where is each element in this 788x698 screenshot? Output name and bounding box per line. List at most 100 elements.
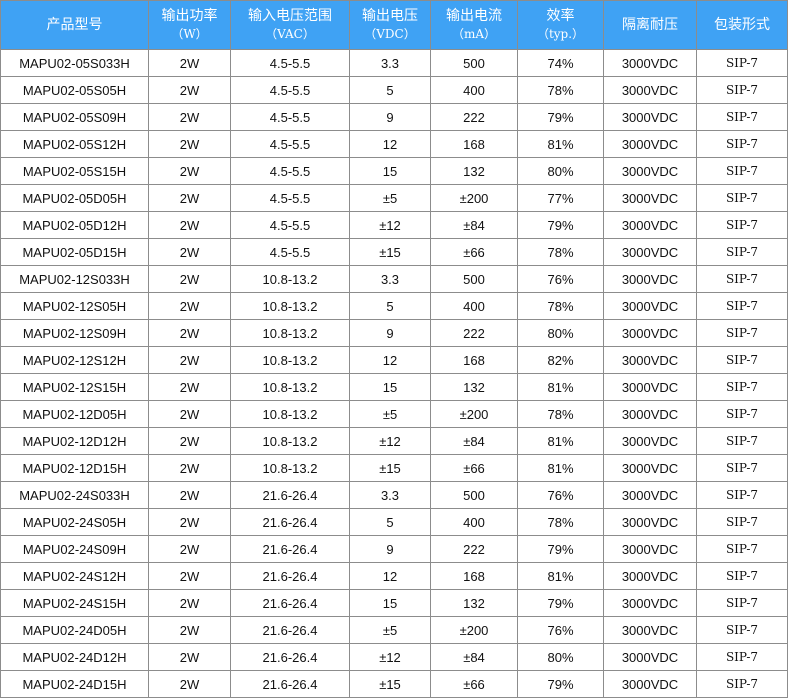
cell-isolation: 3000VDC: [603, 319, 697, 347]
cell-input-voltage: 4.5-5.5: [230, 211, 350, 239]
cell-model: MAPU02-12D15H: [0, 454, 149, 482]
cell-isolation: 3000VDC: [603, 157, 697, 185]
cell-output-voltage: 15: [349, 157, 431, 185]
header-label: 隔离耐压: [622, 17, 678, 33]
header-label: 输出功率: [161, 8, 218, 24]
cell-input-voltage: 21.6-26.4: [230, 643, 350, 671]
cell-model: MAPU02-12S15H: [0, 373, 149, 401]
cell-power: 2W: [148, 373, 231, 401]
header-label: 包装形式: [714, 17, 770, 33]
cell-input-voltage: 4.5-5.5: [230, 157, 350, 185]
cell-output-voltage: ±12: [349, 643, 431, 671]
table-row: MAPU02-24S15H 2W 21.6-26.4 15 132 79% 3000VDC S…: [0, 589, 788, 617]
cell-power: 2W: [148, 130, 231, 158]
cell-output-current: 168: [430, 130, 518, 158]
cell-model: MAPU02-24D15H: [0, 670, 149, 698]
cell-efficiency: 81%: [517, 373, 604, 401]
cell-efficiency: 74%: [517, 49, 604, 77]
cell-model: MAPU02-05S05H: [0, 76, 149, 104]
cell-output-current: ±66: [430, 454, 518, 482]
cell-package: SIP-7: [696, 211, 788, 239]
table-row: MAPU02-12D12H 2W 10.8-13.2 ±12 ±84 81% 3000VDC…: [0, 427, 788, 455]
cell-input-voltage: 10.8-13.2: [230, 427, 350, 455]
cell-output-current: ±200: [430, 400, 518, 428]
cell-efficiency: 76%: [517, 265, 604, 293]
cell-output-current: 168: [430, 562, 518, 590]
cell-power: 2W: [148, 535, 231, 563]
cell-output-current: 500: [430, 49, 518, 77]
cell-output-voltage: 5: [349, 76, 431, 104]
cell-package: SIP-7: [696, 616, 788, 644]
cell-isolation: 3000VDC: [603, 184, 697, 212]
cell-input-voltage: 4.5-5.5: [230, 49, 350, 77]
cell-power: 2W: [148, 616, 231, 644]
cell-efficiency: 78%: [517, 238, 604, 266]
cell-package: SIP-7: [696, 535, 788, 563]
cell-isolation: 3000VDC: [603, 49, 697, 77]
cell-power: 2W: [148, 76, 231, 104]
cell-isolation: 3000VDC: [603, 346, 697, 374]
cell-output-voltage: 15: [349, 589, 431, 617]
cell-isolation: 3000VDC: [603, 292, 697, 320]
cell-efficiency: 79%: [517, 535, 604, 563]
cell-efficiency: 78%: [517, 400, 604, 428]
cell-power: 2W: [148, 238, 231, 266]
cell-package: SIP-7: [696, 292, 788, 320]
table-row: MAPU02-05D12H 2W 4.5-5.5 ±12 ±84 79% 3000VDC SI…: [0, 211, 788, 239]
header-label: 输出电流: [446, 8, 502, 24]
table-row: MAPU02-24S033H 2W 21.6-26.4 3.3 500 76% 3000VD…: [0, 481, 788, 509]
header-unit: （typ.）: [536, 27, 585, 41]
cell-input-voltage: 10.8-13.2: [230, 373, 350, 401]
cell-output-voltage: 9: [349, 535, 431, 563]
cell-efficiency: 76%: [517, 481, 604, 509]
cell-isolation: 3000VDC: [603, 562, 697, 590]
table-row: MAPU02-12D15H 2W 10.8-13.2 ±15 ±66 81% 3000VDC…: [0, 454, 788, 482]
header-power: 输出功率 （W）: [148, 0, 231, 50]
header-efficiency: 效率 （typ.）: [517, 0, 604, 50]
header-model: 产品型号: [0, 0, 149, 50]
cell-output-current: ±84: [430, 211, 518, 239]
cell-input-voltage: 21.6-26.4: [230, 670, 350, 698]
table-row: MAPU02-24S12H 2W 21.6-26.4 12 168 81% 3000VDC S…: [0, 562, 788, 590]
cell-output-current: 222: [430, 103, 518, 131]
cell-efficiency: 78%: [517, 508, 604, 536]
header-isolation: 隔离耐压: [603, 0, 697, 50]
cell-efficiency: 78%: [517, 292, 604, 320]
cell-package: SIP-7: [696, 346, 788, 374]
cell-package: SIP-7: [696, 265, 788, 293]
cell-model: MAPU02-05D12H: [0, 211, 149, 239]
cell-output-voltage: 3.3: [349, 265, 431, 293]
table-row: MAPU02-12S033H 2W 10.8-13.2 3.3 500 76% 3000VD…: [0, 265, 788, 293]
cell-package: SIP-7: [696, 49, 788, 77]
cell-isolation: 3000VDC: [603, 535, 697, 563]
cell-model: MAPU02-24S05H: [0, 508, 149, 536]
header-unit: （mA）: [451, 27, 497, 41]
cell-output-voltage: ±5: [349, 184, 431, 212]
cell-package: SIP-7: [696, 589, 788, 617]
cell-model: MAPU02-05S09H: [0, 103, 149, 131]
cell-output-current: 132: [430, 373, 518, 401]
cell-input-voltage: 10.8-13.2: [230, 265, 350, 293]
cell-output-current: ±84: [430, 643, 518, 671]
cell-model: MAPU02-05S033H: [0, 49, 149, 77]
cell-output-current: 500: [430, 265, 518, 293]
cell-output-current: 168: [430, 346, 518, 374]
cell-package: SIP-7: [696, 130, 788, 158]
cell-output-current: ±66: [430, 238, 518, 266]
cell-efficiency: 80%: [517, 643, 604, 671]
cell-output-current: 400: [430, 508, 518, 536]
cell-output-voltage: ±5: [349, 400, 431, 428]
cell-package: SIP-7: [696, 103, 788, 131]
cell-input-voltage: 21.6-26.4: [230, 508, 350, 536]
cell-package: SIP-7: [696, 400, 788, 428]
cell-efficiency: 81%: [517, 130, 604, 158]
cell-output-voltage: 9: [349, 103, 431, 131]
cell-isolation: 3000VDC: [603, 265, 697, 293]
header-label: 输入电压范围: [248, 8, 332, 24]
cell-input-voltage: 10.8-13.2: [230, 319, 350, 347]
cell-efficiency: 77%: [517, 184, 604, 212]
table-row: MAPU02-05S09H 2W 4.5-5.5 9 222 79% 3000VDC SIP-…: [0, 103, 788, 131]
cell-package: SIP-7: [696, 184, 788, 212]
cell-power: 2W: [148, 157, 231, 185]
cell-power: 2W: [148, 319, 231, 347]
